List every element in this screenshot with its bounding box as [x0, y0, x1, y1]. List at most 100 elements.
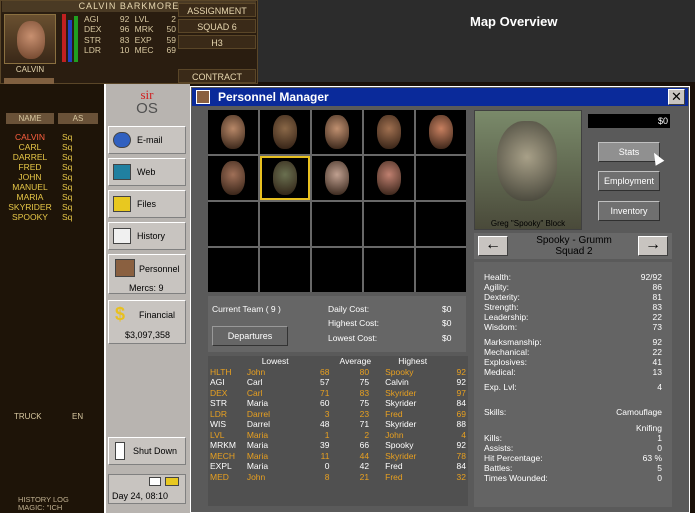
team-member-name[interactable]: MARIA — [6, 192, 54, 202]
previous-merc-button[interactable]: ← — [478, 236, 508, 256]
merc-portrait-slot[interactable] — [208, 110, 258, 154]
personnel-label: Personnel — [139, 264, 180, 274]
name-column-header[interactable]: NAME — [6, 113, 54, 124]
stat-value: 92 — [652, 337, 662, 347]
personnel-button[interactable]: Personnel Mercs: 9 — [108, 254, 186, 294]
team-member-name[interactable]: DARREL — [6, 152, 54, 162]
highest-merc: Fred — [385, 408, 403, 419]
stat-table-row: HLTH John 68 80 Spooky 92 — [208, 367, 468, 378]
highest-value: 78 — [456, 450, 466, 461]
inventory-button[interactable]: Inventory — [598, 201, 660, 221]
financial-button[interactable]: $ Financial $3,097,358 — [108, 300, 186, 344]
record-name: Times Wounded: — [484, 473, 548, 483]
team-member-assignment[interactable]: Sq — [62, 162, 98, 172]
team-member-assignment[interactable]: Sq — [62, 192, 98, 202]
stat-table-heading — [208, 356, 245, 367]
web-button[interactable]: Web — [108, 158, 186, 186]
empty-portrait-slot — [208, 202, 258, 246]
team-member-assignment[interactable]: Sq — [62, 212, 98, 222]
team-member-assignment[interactable]: Sq — [62, 142, 98, 152]
stat-table-heading: Lowest — [261, 356, 289, 366]
stat-name: Dexterity: — [484, 292, 520, 302]
record-value: 1 — [657, 433, 662, 443]
lowest-merc: Maria — [246, 429, 269, 440]
lowest-value: 3 — [324, 408, 330, 419]
team-member-assignment[interactable]: Sq — [62, 202, 98, 212]
close-button[interactable]: ✕ — [668, 89, 685, 105]
merc-portrait-slot[interactable] — [260, 156, 310, 200]
highest-value: 97 — [456, 387, 466, 398]
personnel-window-icon — [196, 90, 210, 104]
empty-portrait-slot — [312, 202, 362, 246]
stat-value: 73 — [652, 322, 662, 332]
merc-portrait-slot[interactable] — [312, 110, 362, 154]
team-member-assignment[interactable]: Sq — [62, 132, 98, 142]
email-button[interactable]: E-mail — [108, 126, 186, 154]
team-member-name[interactable]: CALVIN — [6, 132, 54, 142]
stats-button[interactable]: Stats — [598, 142, 660, 162]
merc-stats-panel: Health: 92/92 Agility: 86 Dexterity: 81 Streng… — [474, 262, 672, 507]
merc-portrait-slot[interactable] — [364, 156, 414, 200]
merc-portrait-slot[interactable] — [208, 156, 258, 200]
assignment-value[interactable]: SQUAD 6 — [178, 19, 256, 33]
highest-merc: Spooky — [385, 366, 414, 377]
history-button[interactable]: History — [108, 222, 186, 250]
personnel-icon — [115, 259, 135, 277]
stat-name: Exp. Lvl: — [484, 382, 517, 392]
lowest-merc: Maria — [246, 398, 269, 408]
stat-value: 59 — [166, 34, 176, 45]
merc-portrait-slot[interactable] — [312, 156, 362, 200]
record-line: Assists: 0 — [484, 443, 662, 453]
merc-stat-line: Medical: 13 — [484, 367, 662, 377]
stat-value: 92 — [119, 14, 130, 24]
team-member-assignment[interactable]: Sq — [62, 152, 98, 162]
selected-merc-name: Greg "Spooky" Block — [490, 219, 566, 228]
lowest-merc: Carl — [246, 387, 263, 398]
team-member-name[interactable]: JOHN — [6, 172, 54, 182]
merc-label: Spooky - Grumm Squad 2 — [514, 235, 634, 257]
stat-abbr: DEX — [210, 387, 228, 398]
day-clock: Day 24, 08:10 — [108, 474, 186, 504]
sector-value: H3 — [178, 35, 256, 49]
highest-value: 84 — [456, 398, 466, 408]
merc-stat-line: Wisdom: 73 — [484, 322, 662, 332]
next-merc-button[interactable]: → — [638, 236, 668, 256]
employment-button[interactable]: Employment — [598, 171, 660, 191]
assignment-box[interactable]: ASSIGNMENT SQUAD 6 H3 CONTRACT — [178, 3, 256, 83]
team-member-name[interactable]: SPOOKY — [6, 212, 54, 222]
average-value: 66 — [359, 440, 370, 450]
daily-cost-label: Daily Cost: — [328, 304, 370, 314]
team-member-assignment[interactable]: Sq — [62, 182, 98, 192]
departures-button[interactable]: Departures — [212, 326, 288, 346]
empty-portrait-slot — [260, 202, 310, 246]
team-member-name[interactable]: SKYRIDER — [6, 202, 54, 212]
team-member-name[interactable]: FRED — [6, 162, 54, 172]
highest-merc: Calvin — [385, 377, 409, 387]
shut-down-button[interactable]: Shut Down — [108, 437, 186, 465]
stat-name: Wisdom: — [484, 322, 518, 332]
team-member-assignment[interactable]: Sq — [62, 172, 98, 182]
stat-value: 4 — [657, 382, 662, 392]
merc-portrait-slot[interactable] — [260, 110, 310, 154]
stat-label: LVL — [134, 14, 150, 24]
team-member-name[interactable]: CARL — [6, 142, 54, 152]
merc-portrait[interactable] — [4, 14, 56, 64]
stat-table-row: MED John 8 21 Fred 32 — [208, 472, 468, 483]
contract-button[interactable]: CONTRACT — [178, 69, 256, 83]
highest-merc: John — [385, 429, 404, 440]
merc-portrait-slot[interactable] — [364, 110, 414, 154]
merc-stat-line: Leadership: 22 — [484, 312, 662, 322]
files-button[interactable]: Files — [108, 190, 186, 218]
team-member-name[interactable]: MANUEL — [6, 182, 54, 192]
highest-value: 92 — [456, 440, 466, 450]
merc-stat-row: DEX 96 MRK 50 — [84, 24, 176, 34]
average-value: 83 — [359, 387, 370, 398]
team-names: CALVIN CARL DARREL FRED JOHN MANUEL MARIA SKYRI… — [6, 132, 54, 222]
empty-portrait-slot — [416, 202, 466, 246]
folder-icon[interactable] — [165, 477, 179, 486]
assign-column-header[interactable]: AS — [58, 113, 98, 124]
mail-icon[interactable] — [149, 477, 161, 486]
stat-table-header: Lowest Average Highest — [208, 356, 468, 367]
merc-portrait-slot[interactable] — [416, 110, 466, 154]
merc-stat-line: Marksmanship: 92 — [484, 337, 662, 347]
